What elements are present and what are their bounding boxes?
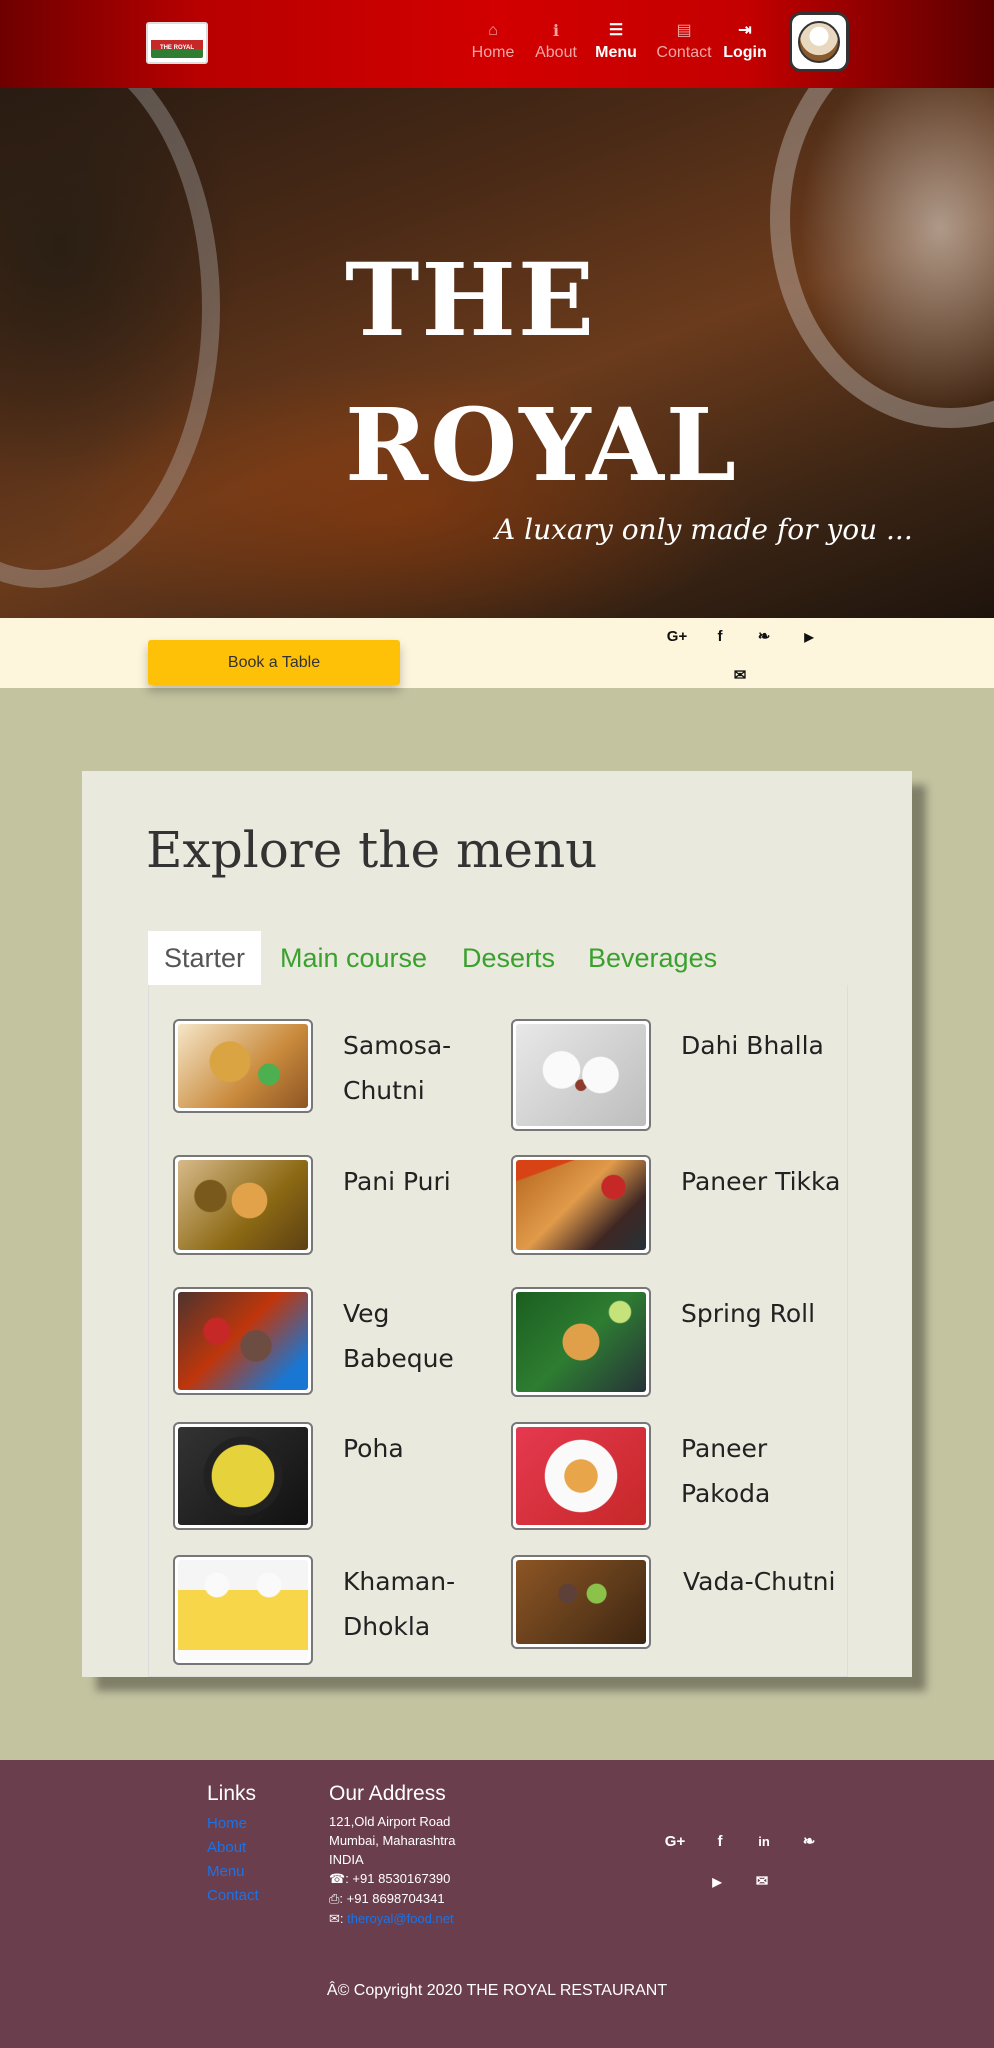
dish-name: Spring Roll — [681, 1299, 816, 1328]
nav-contact[interactable]: ▤ Contact — [652, 20, 716, 70]
dish-name: Dahi Bhalla — [681, 1031, 824, 1060]
dish-image — [173, 1287, 313, 1395]
fax-row: ⎙: +91 8698704341 — [329, 1889, 445, 1908]
dish-image — [511, 1422, 651, 1530]
footer-google-plus-icon[interactable]: G+ — [660, 1832, 690, 1852]
dish-image — [511, 1555, 651, 1649]
dish-image — [173, 1019, 313, 1113]
email-row: ✉: theroyal@food.net — [329, 1911, 454, 1926]
chef-face-image — [798, 21, 840, 63]
dish-name: Poha — [343, 1434, 404, 1463]
dish-image — [511, 1287, 651, 1397]
dish-name: Veg Babeque — [343, 1299, 454, 1373]
hero-plate-right — [770, 88, 994, 428]
footer-link-contact[interactable]: Contact — [207, 1884, 259, 1908]
contact-card-icon: ▤ — [676, 22, 692, 39]
footer-links-heading: Links — [207, 1782, 257, 1805]
chef-avatar[interactable] — [789, 12, 849, 72]
tab-deserts[interactable]: Deserts — [446, 931, 571, 985]
address-line-2: Mumbai, Maharashtra — [329, 1833, 456, 1848]
tab-main-course[interactable]: Main course — [264, 931, 443, 985]
dish-name: Khaman-Dhokla — [343, 1567, 456, 1641]
footer-linkedin-icon[interactable]: in — [752, 1832, 776, 1852]
nav-menu[interactable]: ☰ Menu — [590, 20, 642, 70]
nav-contact-label: Contact — [656, 44, 712, 61]
nav-about-label: About — [535, 44, 577, 61]
footer-link-menu[interactable]: Menu — [207, 1860, 245, 1884]
nav-menu-label: Menu — [595, 44, 637, 61]
list-icon: ☰ — [608, 22, 624, 39]
info-icon: i — [552, 21, 560, 40]
nav-home-label: Home — [471, 44, 515, 61]
tab-beverages[interactable]: Beverages — [572, 931, 733, 985]
address-line-3: INDIA — [329, 1852, 364, 1867]
starter-panel: Samosa-Chutni Dahi Bhalla Pani Puri Pane… — [148, 985, 848, 1677]
footer-address-heading: Our Address — [329, 1782, 446, 1805]
dish-image — [173, 1155, 313, 1255]
footer-twitter-icon[interactable]: ❧ — [797, 1832, 821, 1852]
hero-tagline: A luxary only made for you ... — [495, 513, 913, 546]
hero-plate-left — [0, 88, 220, 588]
phone-icon: ☎ — [329, 1871, 346, 1886]
hero-title-line1: THE — [345, 241, 597, 359]
email-link[interactable]: theroyal@food.net — [347, 1911, 453, 1926]
menu-title: Explore the menu — [146, 821, 598, 879]
fax-icon: ⎙ — [329, 1891, 340, 1906]
book-table-button[interactable]: Book a Table — [148, 640, 400, 685]
footer-email-icon[interactable]: ✉ — [750, 1872, 774, 1892]
hero-title: THE ROYAL — [345, 228, 738, 518]
google-plus-icon[interactable]: G+ — [662, 627, 692, 647]
brand-logo[interactable]: THE ROYAL — [146, 22, 208, 64]
twitter-icon[interactable]: ❧ — [752, 627, 776, 647]
dish-image — [511, 1155, 651, 1255]
brand-logo-text: THE ROYAL — [159, 45, 195, 51]
menu-card: Explore the menu Starter Main course Des… — [82, 771, 912, 1677]
navbar: THE ROYAL ⌂ Home i About ☰ Menu ▤ Contac… — [0, 0, 994, 88]
nav-home[interactable]: ⌂ Home — [468, 20, 518, 70]
fax-number: : +91 8698704341 — [339, 1891, 445, 1906]
youtube-icon[interactable]: ▶ — [797, 627, 821, 647]
envelope-icon: ✉ — [329, 1911, 340, 1926]
nav-login-label: Login — [723, 44, 767, 61]
phone-number: : +91 8530167390 — [345, 1871, 451, 1886]
dish-name: Vada-Chutni — [683, 1567, 836, 1596]
dish-name: Samosa-Chutni — [343, 1031, 452, 1105]
facebook-icon[interactable]: f — [708, 627, 732, 647]
dish-name: Paneer Pakoda — [681, 1434, 771, 1508]
footer-link-home[interactable]: Home — [207, 1812, 247, 1836]
home-icon: ⌂ — [488, 22, 498, 39]
dish-name: Paneer Tikka — [681, 1167, 841, 1196]
dish-image — [173, 1555, 313, 1665]
footer: Links Home About Menu Contact Our Addres… — [0, 1760, 994, 2048]
dish-image — [173, 1422, 313, 1530]
copyright: Â© Copyright 2020 THE ROYAL RESTAURANT — [326, 1982, 668, 1999]
footer-link-about[interactable]: About — [207, 1836, 246, 1860]
tab-starter[interactable]: Starter — [148, 931, 262, 985]
dish-image — [511, 1019, 651, 1131]
footer-youtube-icon[interactable]: ▶ — [705, 1872, 729, 1892]
footer-facebook-icon[interactable]: f — [708, 1832, 732, 1852]
nav-about[interactable]: i About — [530, 20, 582, 70]
address-line-1: 121,Old Airport Road — [329, 1814, 451, 1829]
login-icon: ⇥ — [738, 22, 752, 39]
dish-name: Pani Puri — [343, 1167, 451, 1196]
hero-title-line2: ROYAL — [345, 386, 739, 504]
hero-banner: THE ROYAL A luxary only made for you ... — [0, 88, 994, 618]
email-icon[interactable]: ✉ — [728, 666, 752, 686]
phone-row: ☎: +91 8530167390 — [329, 1869, 450, 1888]
nav-login[interactable]: ⇥ Login — [720, 20, 770, 70]
